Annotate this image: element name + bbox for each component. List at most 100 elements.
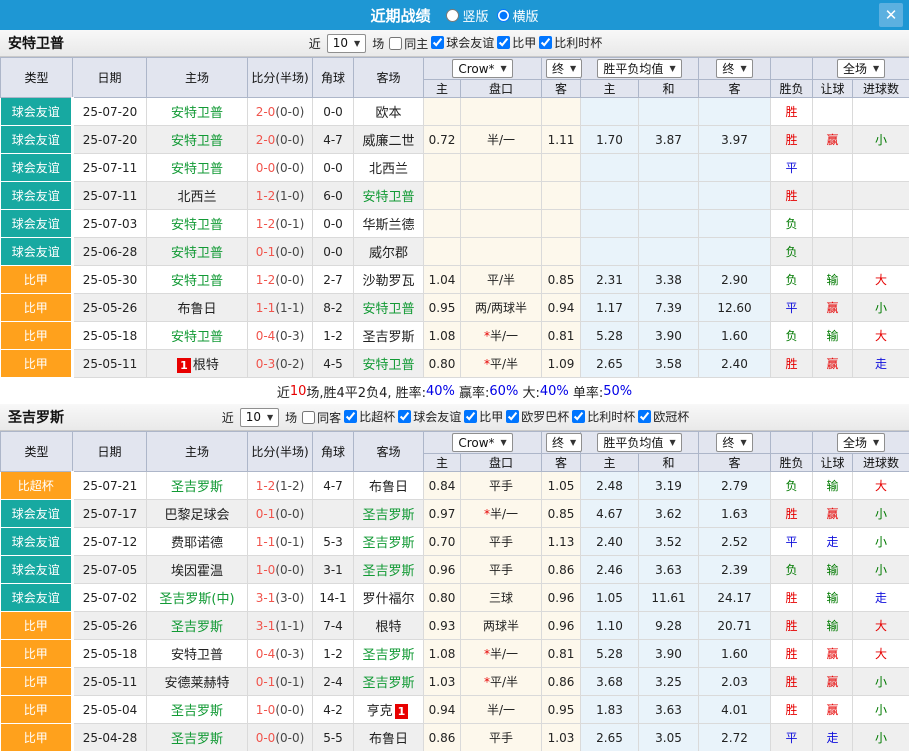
- same-away-checkbox[interactable]: [302, 411, 315, 424]
- league-checkbox[interactable]: [431, 36, 444, 49]
- league-filter-option[interactable]: 比超杯: [344, 408, 395, 425]
- avg-state-select[interactable]: 终▼: [716, 59, 752, 78]
- avg-header: 胜平负均值▼: [581, 58, 699, 80]
- odds-away-cell: 0.96: [542, 612, 581, 640]
- avg-away-cell: 2.79: [699, 472, 771, 500]
- odds-source-select[interactable]: Crow*▼: [452, 433, 512, 452]
- odds-home-cell: 0.94: [424, 696, 461, 724]
- away-team-cell: 安特卫普: [354, 182, 424, 210]
- scope-select[interactable]: 全场▼: [837, 59, 885, 78]
- league-filter-option[interactable]: 欧冠杯: [638, 408, 689, 425]
- avg-away-cell: 4.01: [699, 696, 771, 724]
- handicap-result-cell: 赢: [813, 294, 853, 322]
- league-filter-option[interactable]: 球会友谊: [431, 34, 494, 51]
- halftime-score: (1-1): [275, 619, 304, 633]
- league-checkbox[interactable]: [497, 36, 510, 49]
- odds-state-select[interactable]: 终▼: [546, 59, 582, 78]
- odds-away-cell: [542, 98, 581, 126]
- close-button[interactable]: ✕: [879, 3, 903, 27]
- horizontal-radio[interactable]: [497, 9, 510, 22]
- sub-home: 主: [424, 454, 461, 472]
- odds-away-cell: 0.94: [542, 294, 581, 322]
- league-checkbox[interactable]: [464, 410, 477, 423]
- league-checkbox[interactable]: [572, 410, 585, 423]
- odds-home-cell: 0.86: [424, 724, 461, 751]
- result-cell: 负: [771, 322, 813, 350]
- avg-state-select[interactable]: 终▼: [716, 433, 752, 452]
- league-filter-option[interactable]: 球会友谊: [398, 408, 461, 425]
- team-label: 安特卫普: [171, 330, 223, 345]
- team-label: 北西兰: [369, 162, 408, 177]
- goals-result-cell: 小: [853, 500, 909, 528]
- league-checkbox[interactable]: [539, 36, 552, 49]
- avg-home-cell: 1.83: [581, 696, 639, 724]
- team-label: 圣吉罗斯: [362, 508, 414, 523]
- chevron-down-icon: ▼: [570, 438, 576, 447]
- odds-state-select[interactable]: 终▼: [546, 433, 582, 452]
- league-filter-option[interactable]: 比利时杯: [539, 34, 602, 51]
- date-cell: 25-07-21: [73, 472, 147, 500]
- halftime-score: (3-0): [275, 591, 304, 605]
- odds-source-header: Crow*▼: [424, 432, 542, 454]
- match-count-select[interactable]: 10▼: [240, 408, 279, 427]
- team-label: 圣吉罗斯: [362, 648, 414, 663]
- result-spacer-header: [771, 432, 813, 454]
- odds-home-cell: [424, 238, 461, 266]
- result-cell: 负: [771, 238, 813, 266]
- same-home-filter[interactable]: 同主: [389, 35, 428, 52]
- team-label: 安德莱赫特: [164, 676, 229, 691]
- summary-part: 40%: [540, 384, 569, 399]
- team-label: 布鲁日: [369, 480, 408, 495]
- league-checkbox[interactable]: [344, 410, 357, 423]
- home-team-cell: 圣吉罗斯: [147, 472, 248, 500]
- match-count-select[interactable]: 10▼: [327, 34, 366, 53]
- handicap-cell: [461, 182, 542, 210]
- avg-home-cell: [581, 210, 639, 238]
- team-label: 安特卫普: [171, 134, 223, 149]
- away-team-cell: 沙勒罗瓦: [354, 266, 424, 294]
- league-cell: 比甲: [1, 696, 73, 724]
- title-bar: 近期战绩 竖版 横版 ✕: [0, 0, 909, 30]
- result-cell: 平: [771, 154, 813, 182]
- layout-vertical-option[interactable]: 竖版: [446, 6, 488, 25]
- odds-home-cell: [424, 182, 461, 210]
- scope-select[interactable]: 全场▼: [837, 433, 885, 452]
- col-corner: 角球: [313, 58, 354, 98]
- avg-away-cell: [699, 154, 771, 182]
- league-filter-option[interactable]: 欧罗巴杯: [506, 408, 569, 425]
- handicap-result-cell: [813, 210, 853, 238]
- layout-horizontal-option[interactable]: 横版: [497, 6, 539, 25]
- score-cell: 0-0(0-0): [248, 154, 313, 182]
- avg-select[interactable]: 胜平负均值▼: [597, 433, 681, 452]
- match-row: 球会友谊25-07-20安特卫普2-0(0-0)4-7威廉二世0.72半/一1.…: [1, 126, 909, 154]
- same-home-checkbox[interactable]: [389, 37, 402, 50]
- league-checkbox[interactable]: [638, 410, 651, 423]
- avg-home-cell: 2.31: [581, 266, 639, 294]
- odds-source-select[interactable]: Crow*▼: [452, 59, 512, 78]
- same-away-filter[interactable]: 同客: [302, 409, 341, 426]
- league-checkbox[interactable]: [506, 410, 519, 423]
- score-cell: 1-1(0-1): [248, 528, 313, 556]
- home-team-cell: 安特卫普: [147, 126, 248, 154]
- league-filter-option[interactable]: 比甲: [497, 34, 536, 51]
- score-cell: 3-1(3-0): [248, 584, 313, 612]
- league-filter-option[interactable]: 比利时杯: [572, 408, 635, 425]
- fulltime-score: 0-4: [256, 329, 276, 343]
- date-cell: 25-05-30: [73, 266, 147, 294]
- away-team-cell: 威廉二世: [354, 126, 424, 154]
- date-cell: 25-04-28: [73, 724, 147, 751]
- avg-select[interactable]: 胜平负均值▼: [597, 59, 681, 78]
- team-label: 根特: [193, 358, 219, 373]
- handicap-star: *: [484, 675, 490, 689]
- vertical-radio[interactable]: [446, 9, 459, 22]
- avg-draw-cell: 3.90: [639, 640, 699, 668]
- league-filter-option[interactable]: 比甲: [464, 408, 503, 425]
- halftime-score: (0-0): [275, 245, 304, 259]
- fulltime-score: 1-2: [256, 479, 276, 493]
- sub-goals: 进球数: [853, 80, 909, 98]
- result-spacer-header: [771, 58, 813, 80]
- handicap-result-cell: 走: [813, 724, 853, 751]
- team-label: 费耶诺德: [171, 536, 223, 551]
- summary-part: 10: [290, 384, 307, 399]
- league-checkbox[interactable]: [398, 410, 411, 423]
